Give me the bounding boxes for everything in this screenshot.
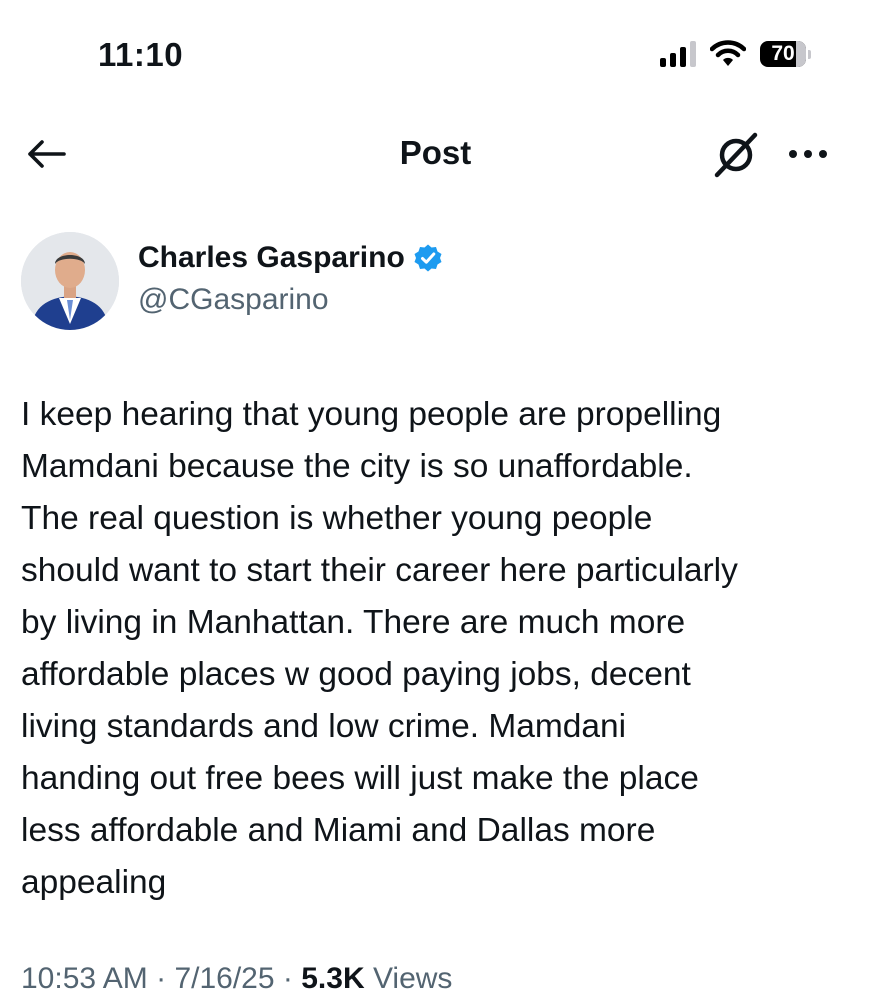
avatar[interactable] (21, 232, 119, 330)
post-text-line: less affordable and Miami and Dallas mor… (21, 812, 656, 849)
status-time: 11:10 (98, 36, 184, 73)
wifi-icon (710, 40, 746, 66)
grok-button[interactable] (708, 128, 764, 180)
post-text-line: by living in Manhattan. There are much m… (21, 604, 686, 641)
grok-icon (714, 132, 758, 178)
post-time: 10:53 AM (21, 962, 148, 995)
post-text-line: I keep hearing that young people are pro… (21, 396, 722, 433)
post-date: 7/16/25 (174, 962, 275, 995)
status-icons: 70 (660, 40, 811, 68)
post-meta: 10:53 AM · 7/16/25 · 5.3K Views (21, 962, 452, 996)
author-handle[interactable]: @CGasparino (138, 283, 329, 317)
more-icon (789, 150, 827, 158)
post-text-line: living standards and low crime. Mamdani (21, 708, 627, 745)
post-text-line: affordable places w good paying jobs, de… (21, 656, 691, 693)
post-text-line: appealing (21, 864, 167, 901)
post-text: I keep hearing that young people are pro… (21, 389, 856, 909)
avatar-photo (21, 232, 119, 330)
cellular-signal-icon (660, 41, 696, 67)
battery-icon: 70 (760, 41, 811, 67)
views-label[interactable]: Views (373, 962, 452, 995)
meta-separator: · (156, 962, 167, 995)
meta-separator: · (282, 962, 293, 995)
author-name[interactable]: Charles Gasparino (138, 241, 405, 275)
more-options-button[interactable] (784, 136, 832, 172)
views-count[interactable]: 5.3K (301, 962, 364, 995)
post-text-line: handing out free bees will just make the… (21, 760, 699, 797)
battery-level: 70 (771, 42, 795, 65)
post-text-line: should want to start their career here p… (21, 552, 738, 589)
post-text-line: Mamdani because the city is so unafforda… (21, 448, 693, 485)
post-text-line: The real question is whether young peopl… (21, 500, 653, 537)
verified-badge-icon[interactable] (413, 243, 443, 273)
author-name-row[interactable]: Charles Gasparino (138, 241, 443, 275)
